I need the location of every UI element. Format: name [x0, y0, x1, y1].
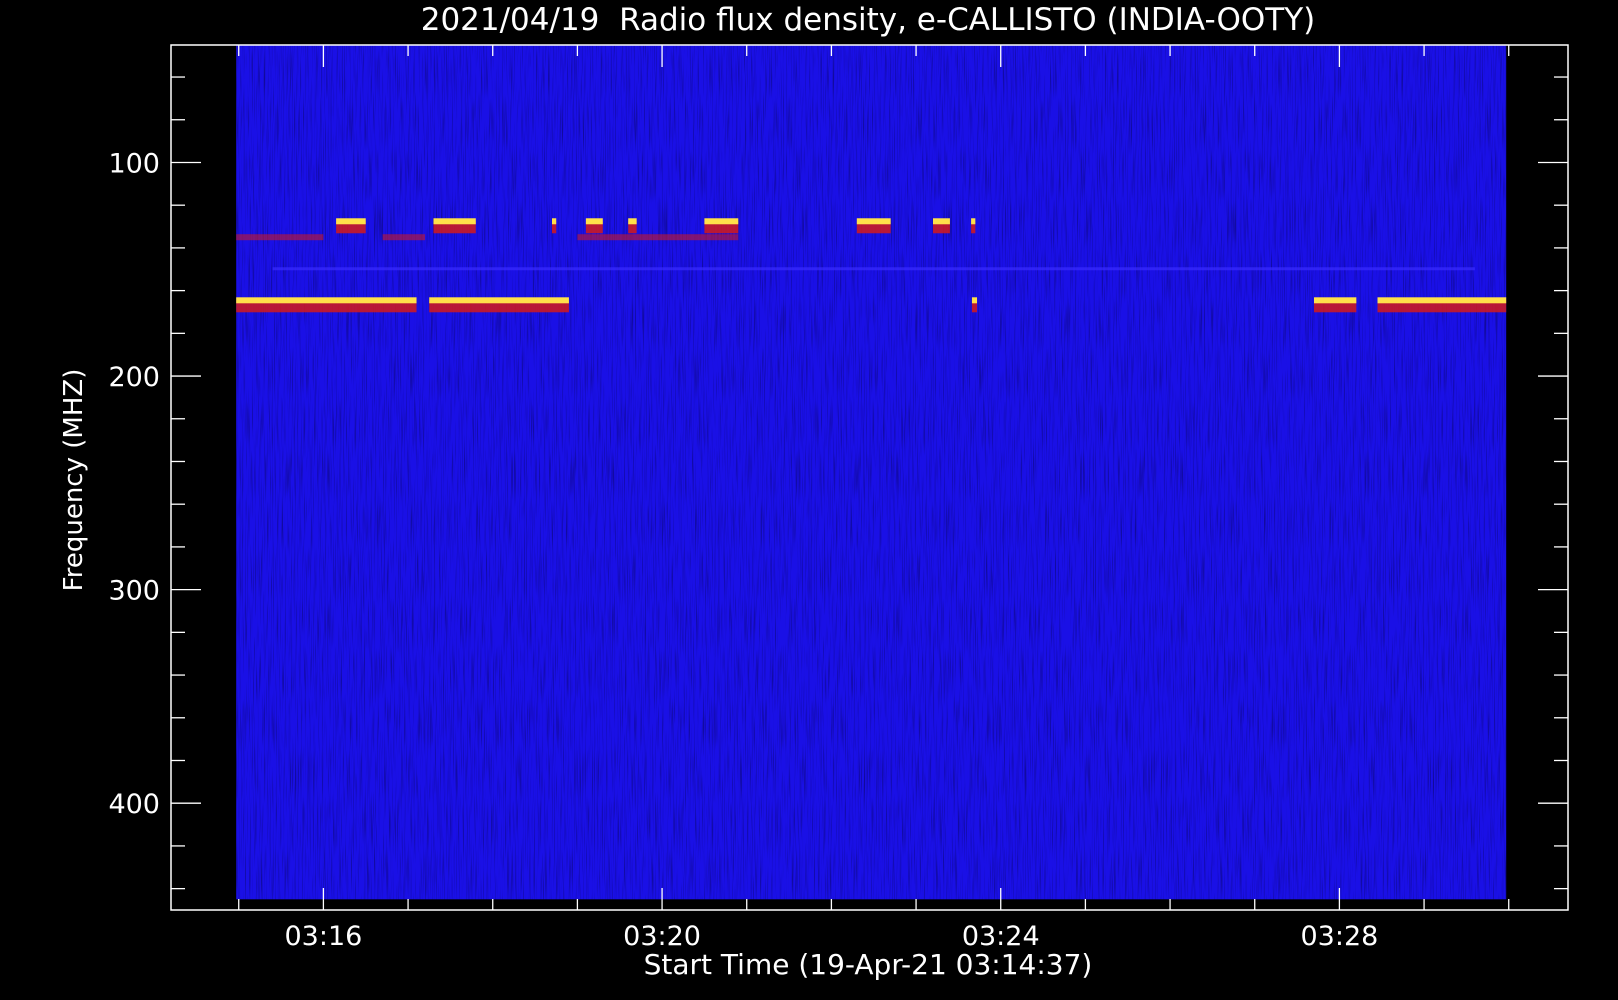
emission-band [856, 218, 891, 225]
x-axis-label: Start Time (19-Apr-21 03:14:37) [644, 948, 1093, 981]
x-tick-label: 03:28 [1300, 921, 1378, 952]
y-tick-label: 100 [108, 148, 160, 179]
emission-band [433, 218, 476, 225]
emission-band [236, 234, 324, 241]
emission-band [272, 267, 1475, 271]
y-axis-label: Frequency (MHZ) [59, 369, 89, 592]
emission-band [628, 218, 637, 225]
chart-title: 2021/04/19 Radio flux density, e-CALLIST… [421, 2, 1316, 38]
emission-band [577, 234, 739, 241]
emission-band [585, 218, 603, 225]
emission-band [704, 218, 739, 225]
emission-band [971, 297, 978, 304]
emission-band [933, 218, 950, 225]
emission-band [236, 297, 417, 304]
emission-band [429, 297, 569, 304]
y-tick-label: 300 [108, 576, 160, 607]
x-tick-label: 03:16 [284, 921, 362, 952]
emission-band [1314, 297, 1357, 304]
emission-band [382, 234, 425, 241]
heatmap-noise-texture [236, 45, 1507, 900]
spectrogram-chart: 2021/04/19 Radio flux density, e-CALLIST… [59, 2, 1569, 981]
y-tick-label: 400 [108, 789, 160, 820]
heatmap-area [236, 45, 1507, 900]
emission-band [552, 218, 557, 225]
y-tick-label: 200 [108, 362, 160, 393]
emission-band [1377, 297, 1507, 304]
emission-band [336, 218, 366, 225]
emission-band [971, 218, 976, 225]
